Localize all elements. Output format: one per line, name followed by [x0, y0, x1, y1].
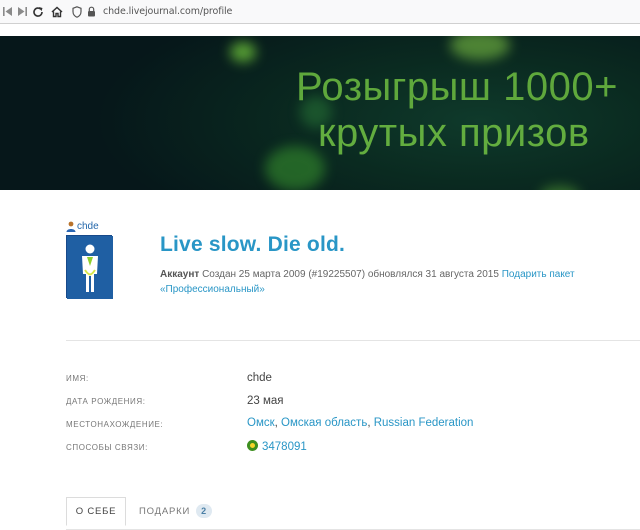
username-link[interactable]: chde	[77, 221, 99, 232]
banner-decoration	[230, 42, 256, 62]
first-page-icon[interactable]	[0, 2, 15, 22]
shield-icon[interactable]	[70, 5, 83, 19]
account-label: Аккаунт	[160, 269, 200, 280]
banner-decoration	[450, 36, 510, 60]
contacts-value: 3478091	[247, 440, 307, 453]
icq-icon	[247, 440, 258, 451]
browser-toolbar: chde.livejournal.com/profile	[0, 0, 640, 24]
banner-title-line2: крутых призов	[318, 111, 590, 155]
user-head-link[interactable]: chde	[66, 221, 99, 232]
tab-gifts-label: ПОДАРКИ	[139, 505, 191, 517]
profile-tabs: О СЕБЕ ПОДАРКИ 2	[66, 497, 640, 530]
address-bar[interactable]: chde.livejournal.com/profile	[70, 2, 640, 22]
name-label: ИМЯ:	[66, 374, 89, 383]
location-label: МЕСТОНАХОЖДЕНИЕ:	[66, 420, 164, 429]
home-icon[interactable]	[49, 2, 64, 22]
section-divider	[66, 340, 640, 341]
location-country-link[interactable]: Russian Federation	[374, 417, 474, 429]
account-created-text: Создан 25 марта 2009 (#19225507) обновля…	[199, 269, 502, 280]
account-info: Аккаунт Создан 25 марта 2009 (#19225507)…	[160, 267, 630, 297]
tab-gifts[interactable]: ПОДАРКИ 2	[139, 497, 213, 525]
restroom-man-icon	[67, 236, 113, 299]
location-city-link[interactable]: Омск	[247, 417, 275, 429]
user-icon	[66, 221, 76, 232]
banner-decoration	[540, 186, 580, 190]
name-value: chde	[247, 372, 272, 384]
last-page-icon[interactable]	[15, 2, 30, 22]
tab-about-label: О СЕБЕ	[75, 506, 117, 517]
reload-icon[interactable]	[30, 2, 45, 22]
icq-number-link[interactable]: 3478091	[262, 441, 307, 453]
userpic-avatar[interactable]	[66, 235, 113, 299]
gifts-count-badge: 2	[196, 504, 213, 518]
journal-title[interactable]: Live slow. Die old.	[160, 233, 345, 257]
contacts-label: СПОСОБЫ СВЯЗИ:	[66, 443, 148, 452]
birthday-label: ДАТА РОЖДЕНИЯ:	[66, 397, 146, 406]
url-text[interactable]: chde.livejournal.com/profile	[103, 6, 232, 17]
promo-banner[interactable]: Розыгрыш 1000+ крутых призов	[0, 36, 640, 190]
banner-title: Розыгрыш 1000+ крутых призов	[296, 64, 618, 156]
birthday-value: 23 мая	[247, 395, 284, 407]
tab-about[interactable]: О СЕБЕ	[66, 497, 126, 526]
location-value: Омск, Омская область, Russian Federation	[247, 417, 474, 429]
location-region-link[interactable]: Омская область	[281, 417, 367, 429]
lock-icon[interactable]	[85, 5, 98, 19]
banner-title-line1: Розыгрыш 1000+	[296, 65, 618, 109]
